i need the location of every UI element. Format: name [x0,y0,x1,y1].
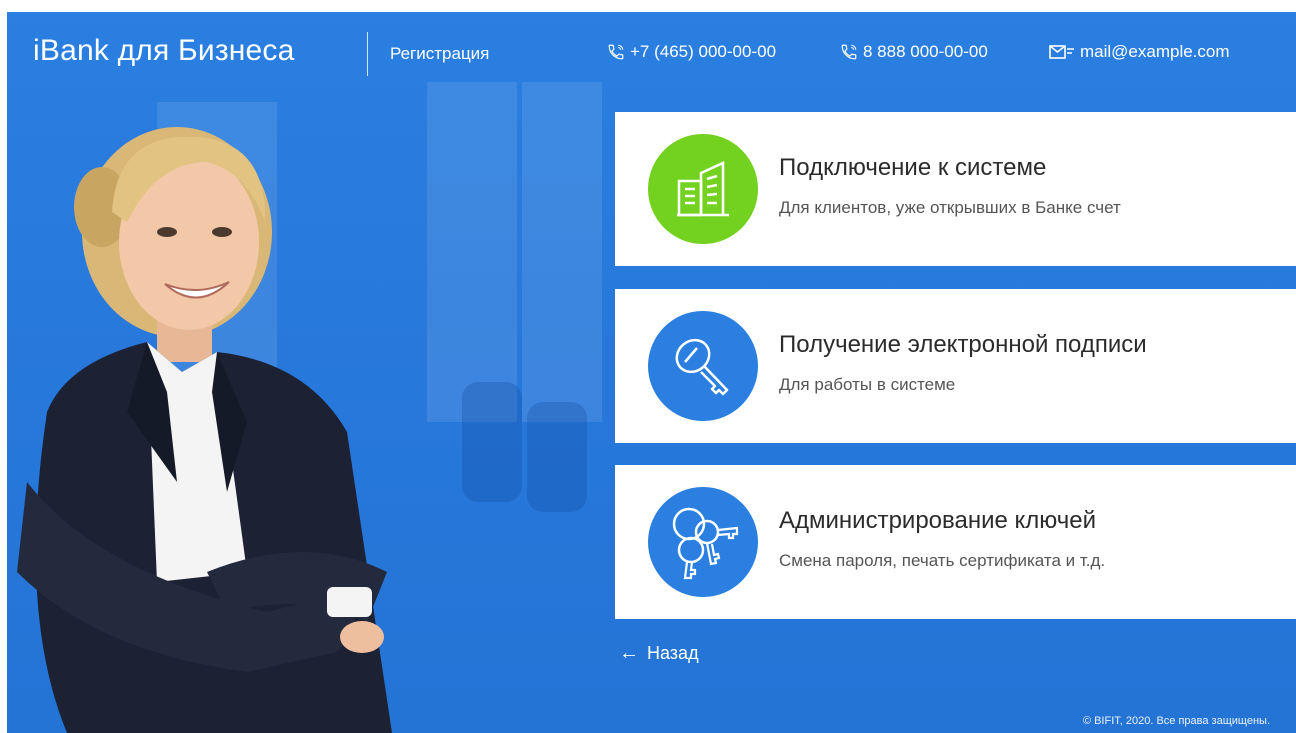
card-title: Подключение к системе [779,154,1047,181]
card-title: Получение электронной подписи [779,331,1147,358]
phone-1-text: +7 (465) 000-00-00 [630,42,777,61]
phone-icon [608,44,624,60]
footer-copyright: © BIFIT, 2020. Все права защищены. [1082,715,1270,727]
mail-icon [1049,45,1074,59]
card-icon-circle [648,134,758,244]
back-link[interactable]: ← Назад [619,642,699,665]
card-subtitle: Для клиентов, уже открывших в Банке счет [779,198,1121,217]
card-subtitle: Для работы в системе [779,375,956,394]
keys-bunch-icon [672,507,739,580]
electronic-signature-card[interactable]: Получение электронной подписи Для работы… [615,289,1296,443]
card-icon-circle [648,487,758,597]
email-contact[interactable]: mail@example.com [1049,42,1230,62]
card-subtitle: Смена пароля, печать сертификата и т.д. [779,551,1106,570]
email-text: mail@example.com [1080,42,1230,61]
key-icon [675,338,729,396]
page-background: iBank для Бизнеса Регистрация +7 (465) 0… [7,12,1296,733]
phone-icon [841,44,857,60]
connect-system-card[interactable]: Подключение к системе Для клиентов, уже … [615,112,1296,266]
building-icon [677,161,729,217]
businesswoman-image [17,127,392,733]
card-icon-circle [648,311,758,421]
phone-contact-2[interactable]: 8 888 000-00-00 [840,42,988,62]
arrow-left-icon: ← [619,642,639,664]
phone-2-text: 8 888 000-00-00 [863,42,988,61]
back-link-label: Назад [647,643,699,663]
key-administration-card[interactable]: Администрирование ключей Смена пароля, п… [615,465,1296,619]
phone-contact-1[interactable]: +7 (465) 000-00-00 [607,42,776,62]
card-title: Администрирование ключей [779,507,1097,534]
